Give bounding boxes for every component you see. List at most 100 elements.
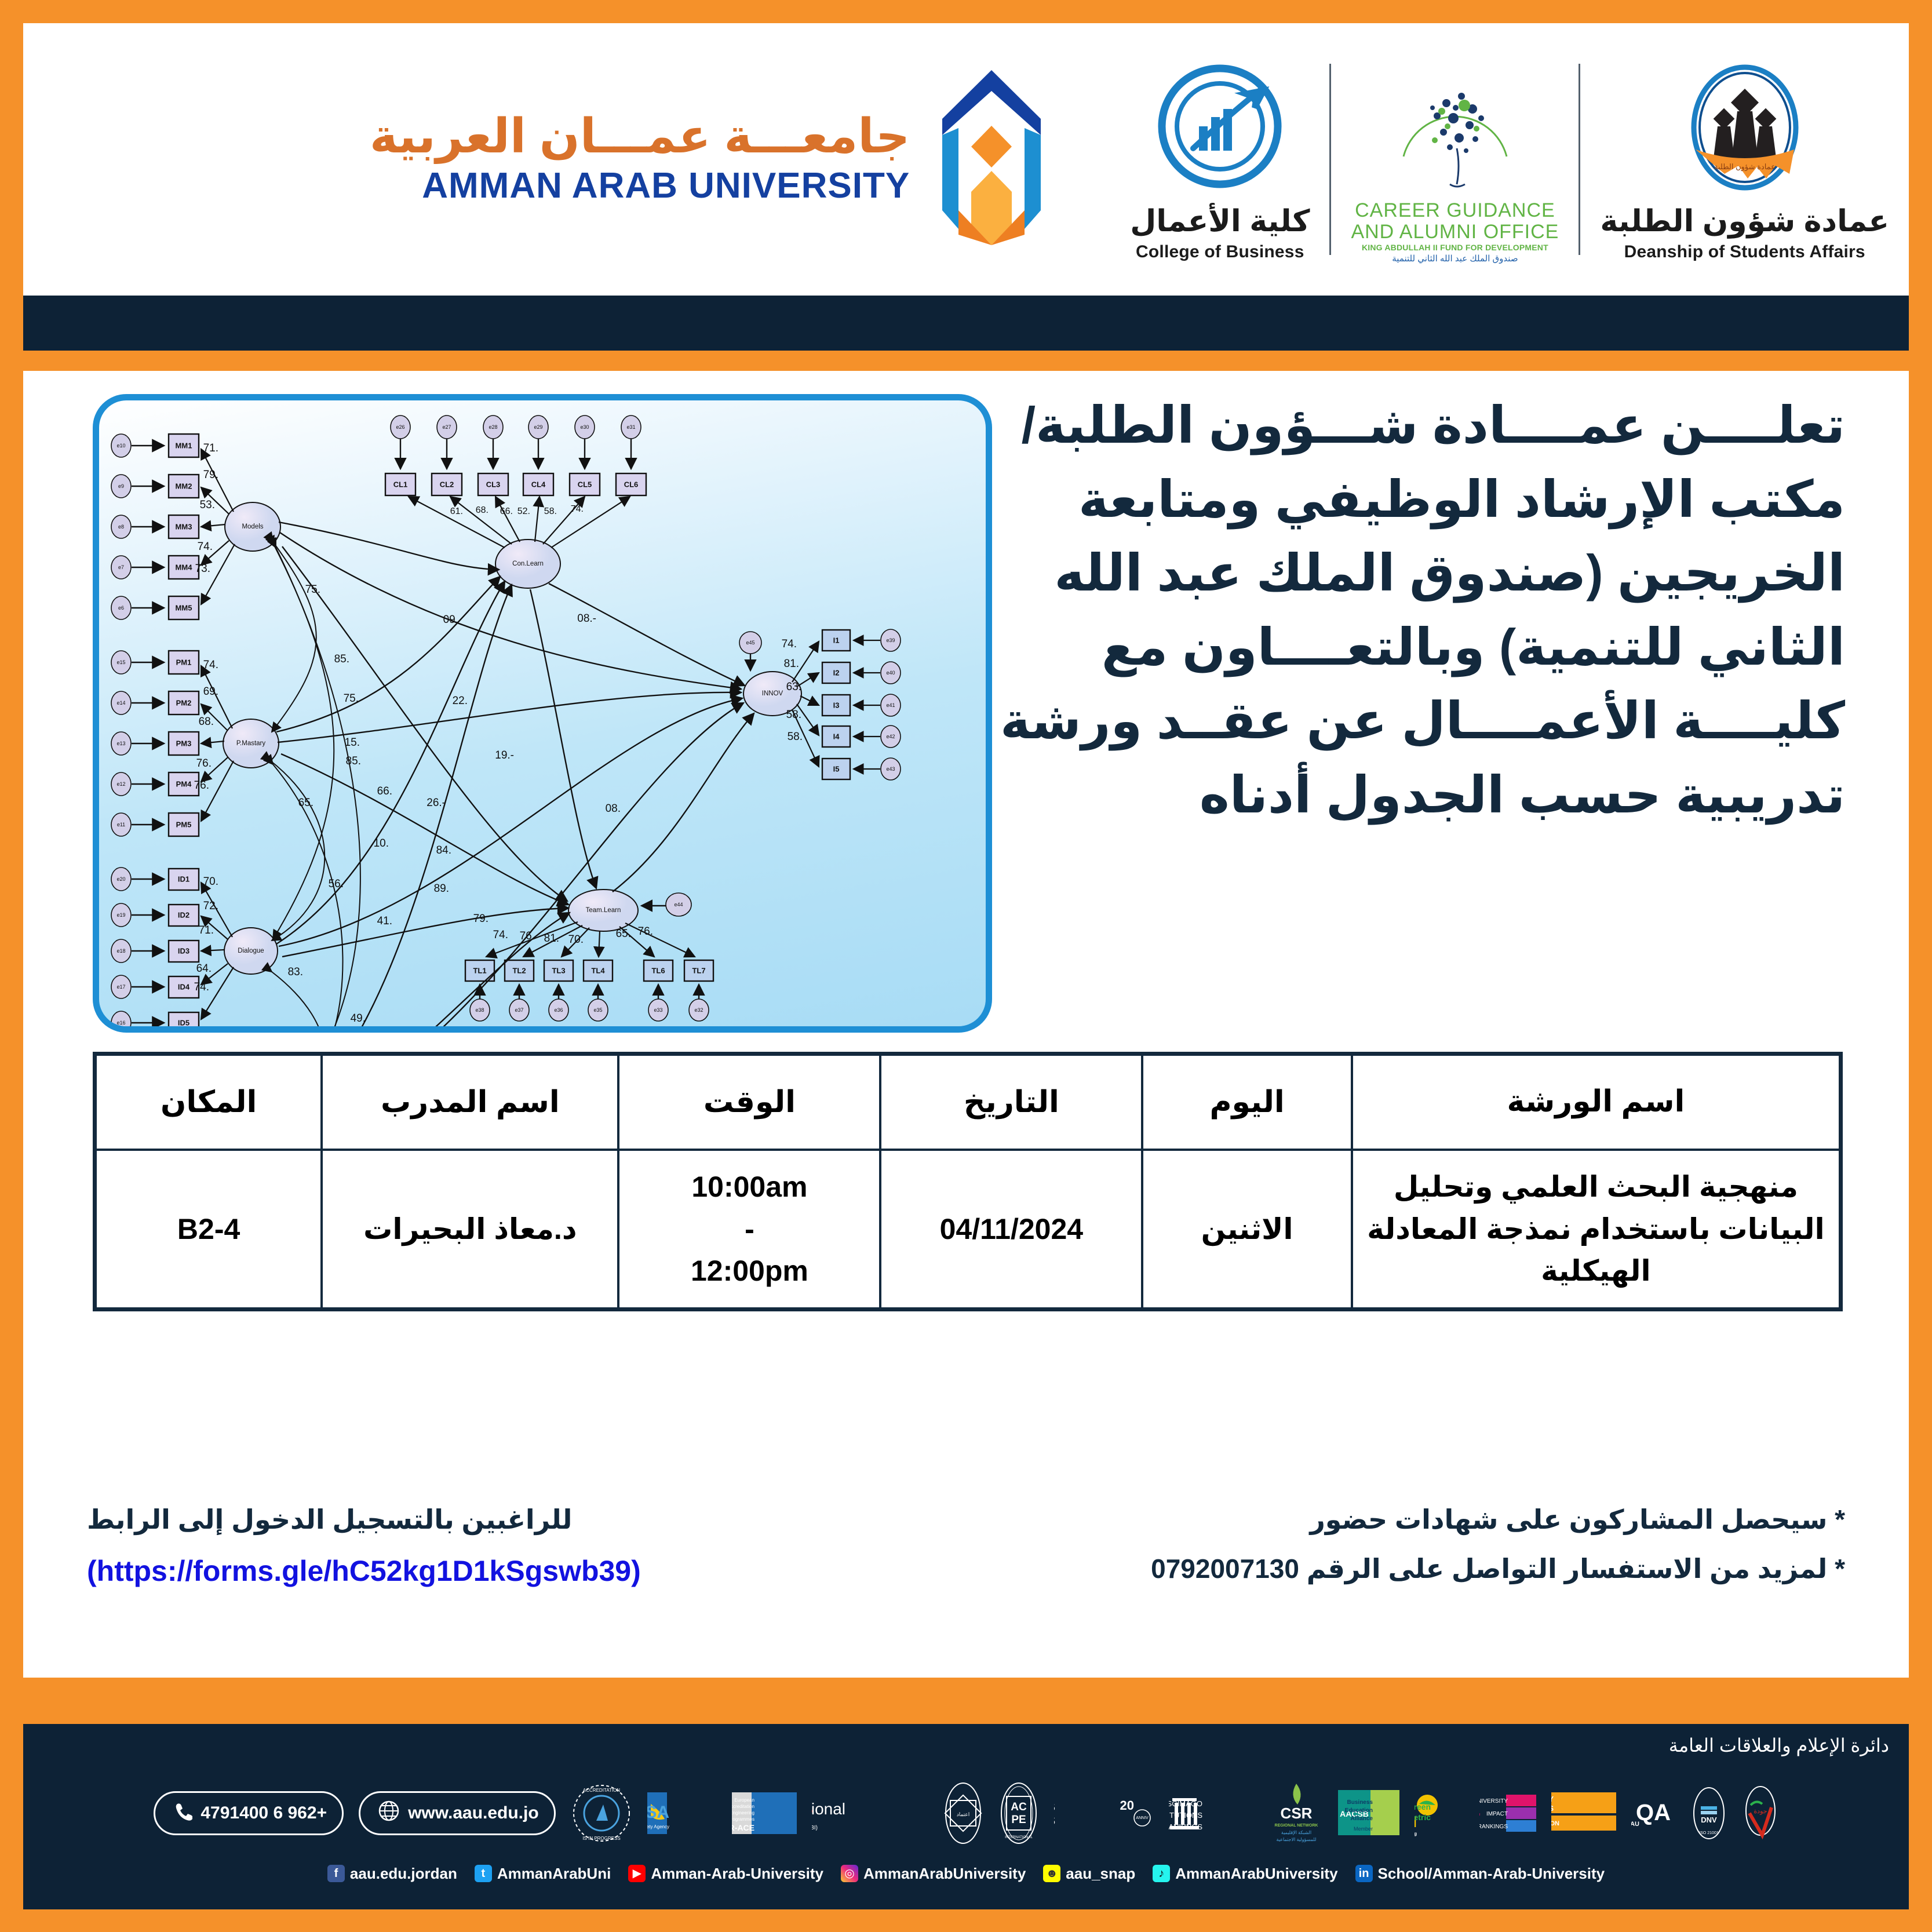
svg-text:.74: .74 (194, 981, 209, 993)
svg-text:PM5: PM5 (176, 821, 192, 829)
svg-text:e42: e42 (886, 734, 895, 739)
svg-text:.10: .10 (374, 837, 389, 850)
accreditation-in-progress-icon: ACCREDITATION IS IN PROGRESS (571, 1781, 632, 1846)
footer-website-pill[interactable]: www.aau.edu.jo (359, 1791, 556, 1835)
cell-day: الاثنين (1141, 1149, 1353, 1310)
svg-text:CSR: CSR (1280, 1805, 1312, 1822)
svg-text:CL5: CL5 (578, 480, 592, 489)
snapchat-icon: ☻ (1043, 1865, 1061, 1882)
instagram-icon: ◎ (840, 1865, 858, 1882)
accreditation-logos-row: جودة DNV ISO 21001 QAAAU QS UNIVERSITY RA… (23, 1775, 1909, 1851)
logo-career-guidance-and-alumni-office: CAREER GUIDANCE AND ALUMNI OFFICE KING A… (1331, 55, 1579, 264)
svg-text:e38: e38 (475, 1007, 484, 1013)
svg-text:.74: .74 (198, 541, 213, 553)
accreditation-dnv-iso-icon: DNV ISO 21001 (1690, 1781, 1727, 1846)
notes-left-column: للراغبين بالتسجيل الدخول إلى الرابط (htt… (87, 1495, 945, 1598)
social-facebook[interactable]: f aau.edu.jordan (327, 1865, 457, 1883)
svg-text:.41: .41 (377, 915, 392, 927)
svg-text:.73: .73 (195, 563, 210, 575)
svg-text:AAU: AAU (1631, 1821, 1639, 1828)
svg-text:.15: .15 (345, 737, 360, 749)
svg-text:INTERNATIONAL: INTERNATIONAL (1005, 1836, 1033, 1839)
svg-text:e44: e44 (674, 902, 683, 907)
youtube-icon: ▶ (628, 1865, 646, 1882)
svg-text:PE: PE (1011, 1814, 1026, 1826)
svg-text:.63: .63 (786, 681, 801, 693)
accreditation-qa-aau-icon: QAAAU (1631, 1781, 1675, 1846)
svg-text:.53: .53 (200, 499, 215, 511)
footer-phone-pill[interactable]: +962 6 4791400 (154, 1791, 344, 1835)
svg-text:e6: e6 (118, 605, 124, 611)
svg-text:MM1: MM1 (176, 442, 192, 450)
svg-text:e18: e18 (116, 948, 125, 954)
svg-text:World University Ranking: World University Ranking (1415, 1831, 1417, 1836)
svg-text:.85: .85 (334, 653, 349, 665)
accreditation-the-impact-rankings-icon: THE UNIVERSITY IMPACT RANKINGS (1479, 1781, 1536, 1846)
svg-text:IS IN PROGRESS: IS IN PROGRESS (582, 1836, 620, 1841)
cell-time: 10:00am - 12:00pm (617, 1149, 882, 1310)
th-date: التاريخ (879, 1052, 1144, 1151)
th-day: اليوم (1141, 1052, 1353, 1151)
social-twitter[interactable]: t AmmanArabUni (474, 1865, 611, 1883)
sem-path-diagram-image: .ind{fill:#d9d4ef;stroke:#111;stroke-wid… (93, 394, 992, 1033)
logo-college-of-business: كلية الأعمال College of Business (1110, 57, 1329, 261)
social-tiktok[interactable]: ♪ AmmanArabUniversity (1153, 1865, 1338, 1883)
svg-text:e8: e8 (118, 524, 124, 530)
svg-text:Business: Business (1347, 1799, 1373, 1806)
svg-text:e39: e39 (886, 637, 895, 643)
svg-text:REGIONAL NETWORK: REGIONAL NETWORK (1274, 1824, 1318, 1828)
svg-text:.64: .64 (196, 963, 212, 975)
cell-place: B2-4 (93, 1149, 323, 1310)
svg-text:European: European (734, 1798, 754, 1803)
svg-text:I3: I3 (833, 701, 840, 710)
svg-text:CL2: CL2 (440, 480, 454, 489)
th-trainer-name: اسم المدرب (320, 1052, 620, 1151)
svg-text:CL6: CL6 (624, 480, 639, 489)
social-instagram[interactable]: ◎ AmmanArabUniversity (840, 1865, 1026, 1883)
svg-text:CL3: CL3 (486, 480, 501, 489)
svg-text:e35: e35 (593, 1007, 602, 1013)
svg-text:e30: e30 (580, 424, 589, 430)
svg-text:.76: .76 (194, 779, 209, 792)
svg-text:Member: Member (1354, 1826, 1373, 1832)
svg-text:e33: e33 (654, 1007, 662, 1013)
svg-text:of Engineering: of Engineering (732, 1810, 754, 1816)
svg-text:e10: e10 (116, 443, 125, 449)
svg-text:Green: Green (1415, 1802, 1431, 1811)
table-row: منهجية البحث العلمي وتحليل البيانات باست… (93, 1149, 1842, 1310)
accreditation-islamic-seal-icon: اعتماد (943, 1781, 983, 1846)
svg-text:عمادة شؤون الطلبة: عمادة شؤون الطلبة (1714, 162, 1776, 172)
deanship-arabic-label: عمادة شؤون الطلبة (1600, 205, 1889, 239)
svg-text:TL7: TL7 (692, 967, 705, 975)
social-youtube[interactable]: ▶ Amman-Arab-University (628, 1865, 823, 1883)
accreditation-hequc-jordan-icon: جودة (1743, 1781, 1778, 1846)
linkedin-icon: in (1355, 1865, 1373, 1882)
svg-text:.83: .83 (288, 966, 303, 978)
career-guidance-tree-icon (1388, 55, 1522, 200)
svg-text:RANKINGS: RANKINGS (1551, 1804, 1554, 1813)
svg-text:RANKING WEB: RANKING WEB (1054, 1800, 1055, 1814)
svg-text:.22: .22 (453, 695, 468, 707)
svg-text:.65: .65 (298, 797, 314, 809)
deanship-seal-icon: عمادة شؤون الطلبة (1672, 57, 1817, 202)
svg-text:e20: e20 (116, 876, 125, 882)
registration-form-link[interactable]: (https://forms.gle/hC52kg1D1kSgswb39) (87, 1544, 945, 1598)
accreditation-easa-icon: EASA European Aviation Safety Agency (647, 1781, 717, 1846)
accreditation-aacsb-icon: AACSB Business Education Alliance Member (1337, 1781, 1399, 1846)
svg-text:e27: e27 (442, 424, 451, 430)
svg-text:I2: I2 (833, 669, 840, 677)
social-snapchat[interactable]: ☻ aau_snap (1043, 1865, 1135, 1883)
svg-text:ID1: ID1 (178, 875, 189, 884)
accreditation-scimago-icon: SCIMAGO INSTITUTIONS RANKINGS (1169, 1781, 1255, 1846)
social-linkedin[interactable]: in School/Amman-Arab-University (1355, 1865, 1605, 1883)
svg-text:.84: .84 (436, 844, 451, 856)
poster-body: .ind{fill:#d9d4ef;stroke:#111;stroke-wid… (23, 371, 1909, 1678)
logo-deanship-of-students-affairs: عمادة شؤون الطلبة عمادة شؤون الطلبة Dean… (1580, 57, 1909, 261)
svg-text:OF UNIVERSITIES: OF UNIVERSITIES (1054, 1814, 1055, 1828)
svg-text:ID3: ID3 (178, 947, 189, 956)
svg-text:e45: e45 (746, 640, 754, 646)
career-guidance-line2: AND ALUMNI OFFICE (1351, 221, 1559, 243)
svg-text:.69: .69 (203, 686, 218, 698)
svg-text:.76: .76 (196, 757, 212, 770)
svg-text:ARAB REGION: ARAB REGION (1551, 1820, 1559, 1827)
